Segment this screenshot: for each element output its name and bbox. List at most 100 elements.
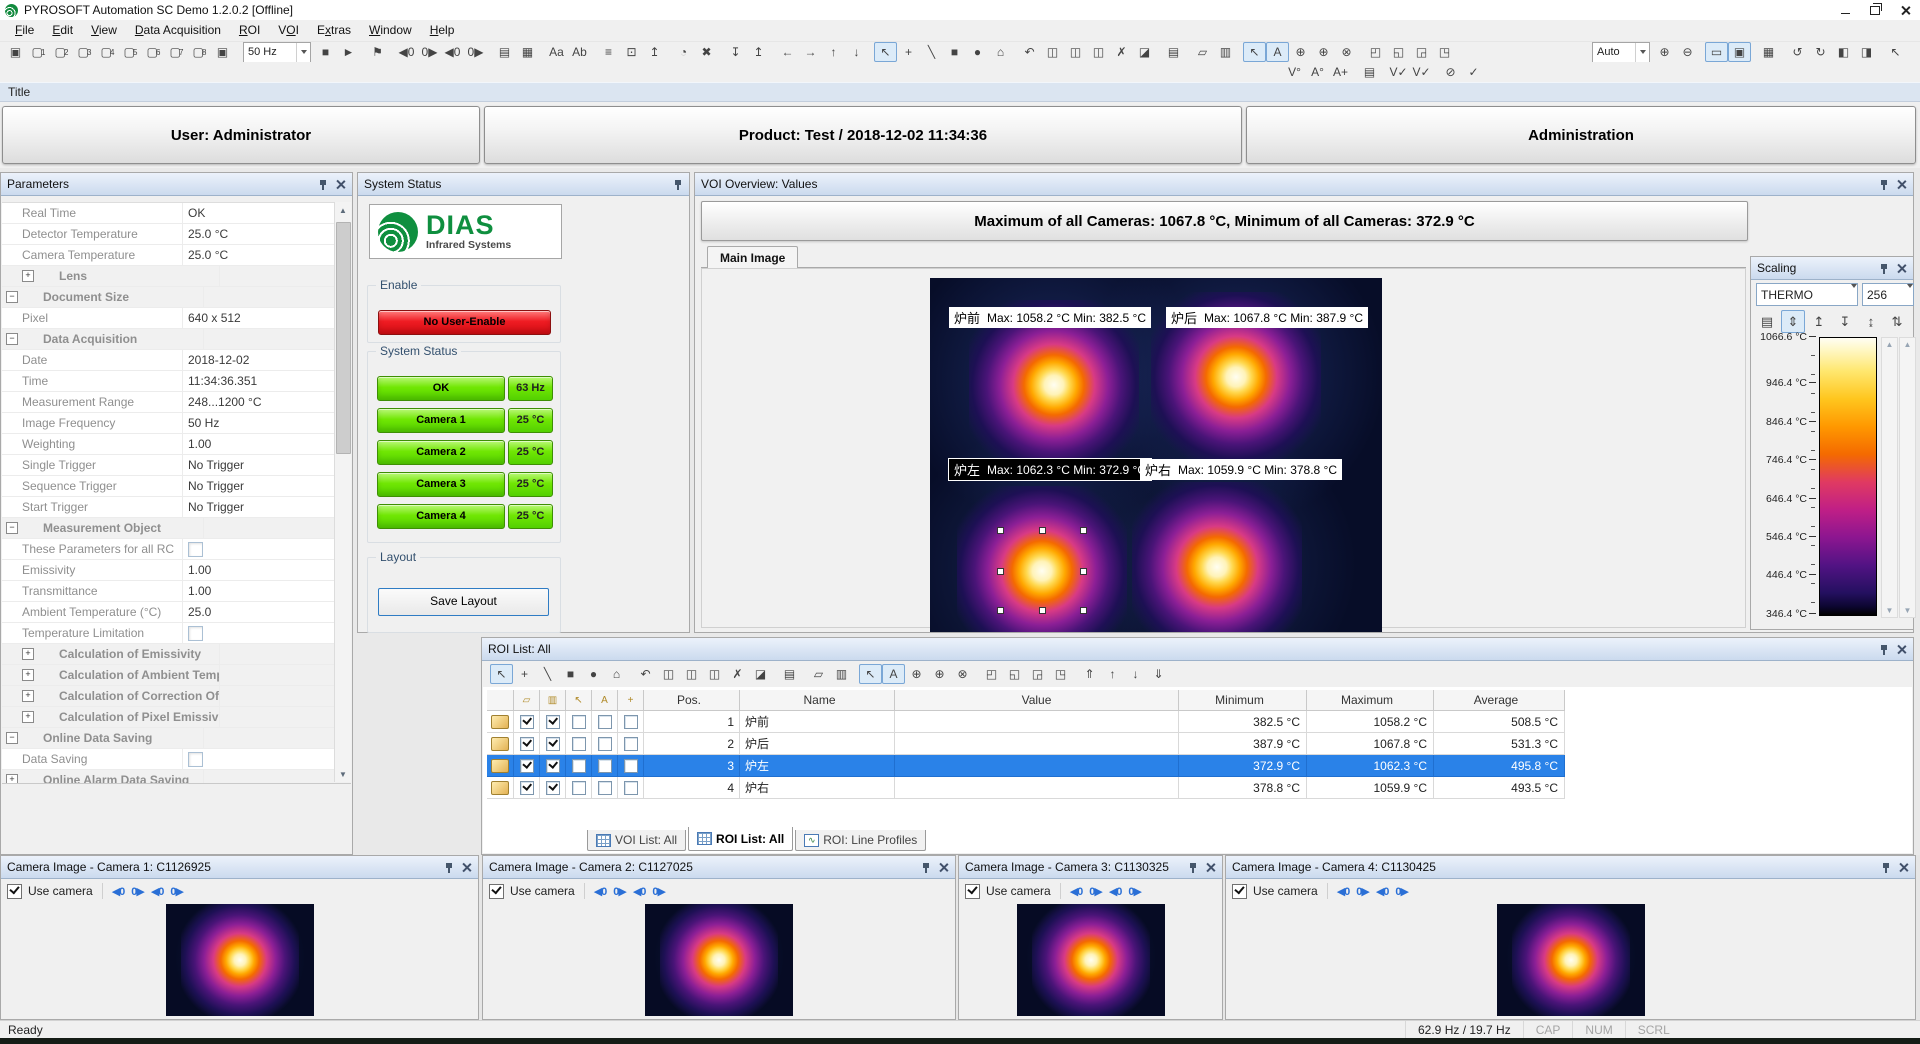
toolbar-icon[interactable]: V✓ [1387,62,1410,82]
parameter-row[interactable]: Ambient Temperature (°C) 25.0 [2,602,336,623]
parameter-row[interactable]: Emissivity 1.00 [2,560,336,581]
roi-toolbar-icon[interactable]: ⇑ [1078,664,1101,684]
roi-checkbox[interactable] [546,781,560,795]
roi-checkbox[interactable] [598,715,612,729]
roi-checkbox[interactable] [520,737,534,751]
thermal-main-image[interactable]: 炉前Max: 1058.2 °C Min: 382.5 °C 炉后Max: 10… [930,278,1382,632]
expand-icon[interactable]: − [6,522,18,534]
toolbar-icon[interactable]: ◫ [1041,42,1064,62]
toolbar-icon[interactable]: A° [1306,62,1329,82]
roi-toolbar-icon[interactable]: ▱ [807,664,830,684]
status-button[interactable]: Camera 1 [377,408,505,433]
toolbar-icon[interactable]: ⊕ [1312,42,1335,62]
roi-toolbar-icon[interactable]: ◫ [703,664,726,684]
roi-color-swatch[interactable] [491,781,509,795]
roi-checkbox[interactable] [624,759,638,773]
checkbox[interactable] [188,752,203,767]
toolbar-icon[interactable]: ▦ [516,42,539,62]
palette-combobox[interactable]: THERMO [1756,283,1858,306]
parameter-row[interactable]: + Calculation of Pixel Emissivity [2,707,336,728]
roi-toolbar-icon[interactable]: ⊕ [905,664,928,684]
toolbar-icon[interactable]: ⊖ [1676,42,1699,62]
pin-icon[interactable] [921,861,931,874]
list-tab[interactable]: VOI List: All [587,830,686,851]
roi-checkbox[interactable] [572,737,586,751]
expand-icon[interactable]: + [6,774,18,783]
menu-item[interactable]: File [6,20,43,41]
roi-toolbar-icon[interactable]: ◱ [1003,664,1026,684]
toolbar-icon[interactable]: ▢4 [96,42,119,62]
toolbar-icon[interactable]: ↖ [1243,42,1266,62]
roi-toolbar-icon[interactable]: ■ [559,664,582,684]
roi-toolbar-icon[interactable]: A [882,664,905,684]
toolbar-icon[interactable]: ⊗ [1335,42,1358,62]
roi-toolbar-icon[interactable]: ✗ [726,664,749,684]
playback-icon[interactable]: 0▶ [1089,885,1102,898]
list-tab[interactable]: ∿ ROI: Line Profiles [795,830,926,851]
roi-color-swatch[interactable] [491,715,509,729]
playback-icon[interactable]: 0▶ [170,885,183,898]
toolbar-icon[interactable]: ▤ [493,42,516,62]
toolbar-icon[interactable]: ◫ [1087,42,1110,62]
roi-toolbar-icon[interactable]: ◲ [1026,664,1049,684]
toolbar-icon[interactable]: ↥ [643,42,666,62]
roi-checkbox[interactable] [624,715,638,729]
toolbar-icon[interactable]: ✖ [695,42,718,62]
roi-checkbox[interactable] [572,759,586,773]
use-camera-checkbox[interactable] [7,884,22,899]
roi-toolbar-icon[interactable]: ↓ [1124,664,1147,684]
toolbar-icon[interactable]: ▦ [1757,42,1780,62]
roi-toolbar-icon[interactable]: ◫ [657,664,680,684]
parameter-row[interactable]: − Data Acquisition [2,329,336,350]
expand-icon[interactable]: + [22,711,34,723]
toolbar-icon[interactable]: ▤ [1162,42,1185,62]
roi-box[interactable] [1177,528,1257,606]
roi-toolbar-icon[interactable]: ↖ [490,664,513,684]
close-icon[interactable] [461,862,472,873]
roi-checkbox[interactable] [598,759,612,773]
parameter-row[interactable]: Real Time OK [2,203,336,224]
roi-color-swatch[interactable] [491,759,509,773]
parameter-row[interactable]: + Online Alarm Data Saving [2,770,336,783]
pin-icon[interactable] [1879,643,1889,656]
toolbar-icon[interactable]: ▢8 [188,42,211,62]
roi-checkbox[interactable] [572,781,586,795]
close-icon[interactable] [1896,179,1907,190]
toolbar-icon[interactable]: ↧ [724,42,747,62]
close-icon[interactable] [938,862,949,873]
playback-icon[interactable]: 0▶ [131,885,144,898]
toolbar-icon[interactable]: ▢1 [27,42,50,62]
toolbar-icon[interactable]: ◱ [1387,42,1410,62]
playback-icon[interactable]: ◀0 [1337,885,1350,898]
toolbar-icon[interactable]: ↑ [822,42,845,62]
playback-icon[interactable]: ◀0 [633,885,646,898]
parameter-row[interactable]: Detector Temperature 25.0 °C [2,224,336,245]
toolbar-icon[interactable]: ▥ [1214,42,1237,62]
close-icon[interactable] [1898,862,1909,873]
roi-toolbar-icon[interactable]: ◫ [680,664,703,684]
no-user-enable-button[interactable]: No User-Enable [378,310,551,335]
toolbar-icon[interactable]: V✓ [1410,62,1433,82]
checkbox[interactable] [188,542,203,557]
playback-icon[interactable]: 0▶ [1395,885,1408,898]
toolbar-icon[interactable]: ↶ [1018,42,1041,62]
parameter-row[interactable]: − Document Size [2,287,336,308]
toolbar-icon[interactable]: ╲ [920,42,943,62]
toolbar-icon[interactable]: ◰ [1364,42,1387,62]
parameter-row[interactable]: + Lens [2,266,336,287]
camera-thermal-image[interactable] [645,904,793,1016]
playback-icon[interactable]: ◀0 [594,885,607,898]
menu-item[interactable]: Window [360,20,421,41]
roi-checkbox[interactable] [572,715,586,729]
toolbar-icon[interactable]: ▣ [211,42,234,62]
parameter-row[interactable]: Date 2018-12-02 [2,350,336,371]
roi-checkbox[interactable] [598,781,612,795]
close-icon[interactable] [335,179,346,190]
parameter-row[interactable]: Measurement Range 248...1200 °C [2,392,336,413]
playback-icon[interactable]: ◀0 [1109,885,1122,898]
scaling-icon[interactable]: ⇕ [1781,310,1805,333]
parameter-row[interactable]: + Calculation of Correction Offset [2,686,336,707]
toolbar-icon[interactable]: Aa [545,42,568,62]
roi-toolbar-icon[interactable]: ▥ [830,664,853,684]
toolbar-icon[interactable]: ▢6 [142,42,165,62]
